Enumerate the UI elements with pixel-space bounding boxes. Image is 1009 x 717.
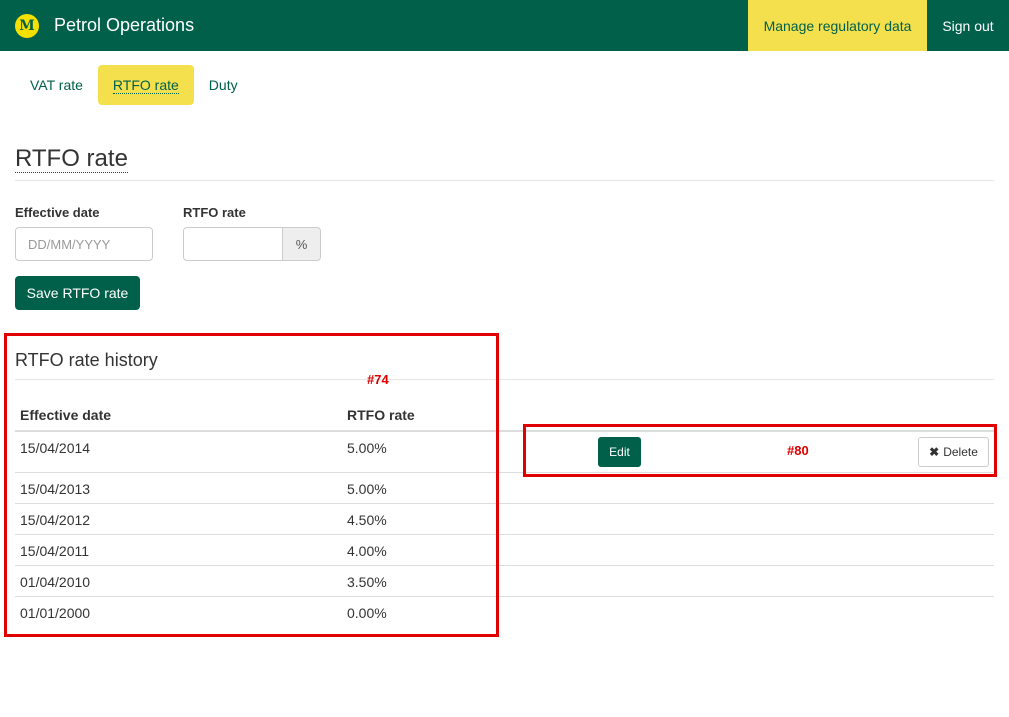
save-rtfo-rate-button[interactable]: Save RTFO rate: [15, 276, 140, 310]
rtfo-rate-label: RTFO rate: [183, 205, 246, 220]
rtfo-rate-input[interactable]: [183, 227, 283, 261]
percent-addon: %: [282, 227, 321, 261]
tab-rtfo-rate-label: RTFO rate: [112, 76, 179, 94]
tab-rtfo-rate[interactable]: RTFO rate: [97, 65, 194, 105]
annotation-box-74: [4, 333, 499, 637]
annotation-label-80: #80: [787, 443, 809, 458]
page-title: RTFO rate: [15, 145, 128, 173]
effective-date-input[interactable]: [15, 227, 153, 261]
tab-duty-label: Duty: [208, 77, 238, 93]
top-navbar: M Petrol Operations Manage regulatory da…: [0, 0, 1009, 51]
manage-regulatory-data-link[interactable]: Manage regulatory data: [748, 0, 927, 51]
annotation-box-80: [523, 424, 997, 477]
tab-vat-rate-label: VAT rate: [30, 77, 83, 93]
brand-logo-icon[interactable]: M: [15, 14, 39, 38]
app-title[interactable]: Petrol Operations: [54, 15, 194, 36]
title-divider: [15, 180, 994, 181]
page-title-text: RTFO rate: [15, 145, 128, 173]
rate-tabs: VAT rate RTFO rate Duty: [15, 65, 253, 105]
sign-out-link[interactable]: Sign out: [927, 0, 1009, 51]
tab-vat-rate[interactable]: VAT rate: [15, 65, 98, 105]
effective-date-label: Effective date: [15, 205, 100, 220]
tab-duty[interactable]: Duty: [194, 65, 253, 105]
annotation-label-74: #74: [367, 372, 389, 387]
